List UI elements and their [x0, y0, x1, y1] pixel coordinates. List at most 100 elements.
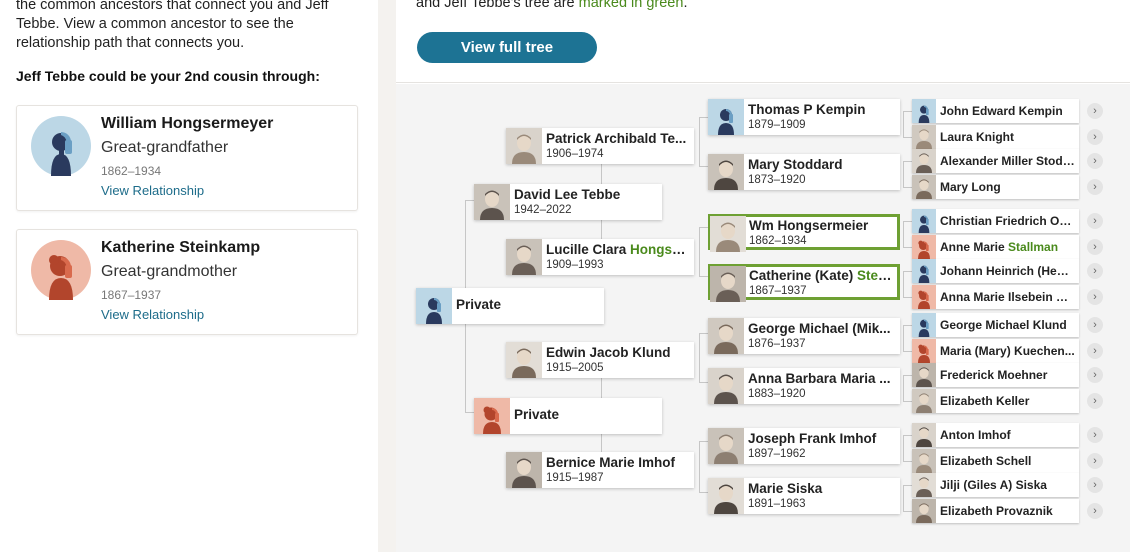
person-photo [506, 128, 542, 164]
tree-person-card[interactable]: Joseph Frank Imhof 1897–1962 [708, 428, 900, 464]
tree-person-card[interactable]: Elizabeth Schell [912, 449, 1079, 473]
female-avatar-icon [912, 285, 936, 309]
tree-person-card[interactable]: Wm Hongsermeier 1862–1934 [708, 214, 900, 252]
tree-person-card[interactable]: Private [474, 398, 662, 434]
person-name: Joseph Frank Imhof [748, 431, 877, 446]
tree-person-card[interactable]: George Michael Klund [912, 313, 1079, 337]
tree-person-card[interactable]: Bernice Marie Imhof 1915–1987 [506, 452, 694, 488]
person-name: Jilji (Giles A) Siska [940, 478, 1047, 492]
female-avatar-icon [912, 339, 936, 363]
tree-person-card[interactable]: Elizabeth Provaznik [912, 499, 1079, 523]
female-avatar-icon [912, 235, 936, 259]
tree-person-card[interactable]: Maria (Mary) Kuechen... [912, 339, 1079, 363]
chevron-right-icon[interactable]: › [1087, 239, 1103, 255]
person-name: Mary Stoddard [748, 157, 843, 172]
tree-person-card[interactable]: John Edward Kempin [912, 99, 1079, 123]
tree-person-card[interactable]: Edwin Jacob Klund 1915–2005 [506, 342, 694, 378]
chevron-right-icon[interactable]: › [1087, 213, 1103, 229]
tree-connector [699, 227, 700, 276]
person-name: Patrick Archibald Te... [546, 131, 687, 146]
person-name: Anna Marie Ilsebein Ei... [940, 290, 1075, 304]
person-years: 1862–1934 [749, 235, 807, 247]
person-years: 1942–2022 [514, 204, 572, 216]
person-name: Elizabeth Provaznik [940, 504, 1053, 518]
cousin-heading: Jeff Tebbe could be your 2nd cousin thro… [16, 68, 320, 84]
chevron-right-icon[interactable]: › [1087, 129, 1103, 145]
chevron-right-icon[interactable]: › [1087, 343, 1103, 359]
chevron-right-icon[interactable]: › [1087, 427, 1103, 443]
tree-person-card[interactable]: Johann Heinrich (Henr... [912, 259, 1079, 283]
chevron-right-icon[interactable]: › [1087, 153, 1103, 169]
tree-note-text: and Jeff Tebbe's tree are [416, 0, 579, 11]
person-name: Johann Heinrich (Henr... [940, 264, 1075, 278]
chevron-right-icon[interactable]: › [1087, 453, 1103, 469]
tree-person-card[interactable]: Alexander Miller Stodd... [912, 149, 1079, 173]
male-avatar-icon [708, 99, 744, 135]
tree-person-card[interactable]: Mary Stoddard 1873–1920 [708, 154, 900, 190]
tree-connector [903, 351, 912, 352]
tree-connector [699, 441, 700, 492]
tree-person-card[interactable]: Christian Friedrich Ob... [912, 209, 1079, 233]
tree-connector [903, 297, 912, 298]
tree-note-green: marked in green [578, 0, 684, 11]
chevron-right-icon[interactable]: › [1087, 393, 1103, 409]
tree-person-card[interactable]: George Michael (Mik... 1876–1937 [708, 318, 900, 354]
tree-person-card[interactable]: Anna Marie Ilsebein Ei... [912, 285, 1079, 309]
tree-person-card[interactable]: Anne Marie Stallman [912, 235, 1079, 259]
tree-person-card[interactable]: Mary Long [912, 175, 1079, 199]
tree-connector [903, 111, 912, 112]
tree-person-card[interactable]: Frederick Moehner [912, 363, 1079, 387]
chevron-right-icon[interactable]: › [1087, 367, 1103, 383]
view-full-tree-button[interactable]: View full tree [417, 32, 597, 63]
chevron-right-icon[interactable]: › [1087, 317, 1103, 333]
person-name: Elizabeth Keller [940, 394, 1030, 408]
tree-person-card[interactable]: Anna Barbara Maria ... 1883–1920 [708, 368, 900, 404]
person-name: Private [456, 297, 502, 312]
chevron-right-icon[interactable]: › [1087, 263, 1103, 279]
tree-person-card[interactable]: David Lee Tebbe 1942–2022 [474, 184, 662, 220]
ancestor-card[interactable]: William Hongsermeyer Great-grandfather 1… [16, 105, 358, 211]
tree-person-card[interactable]: Laura Knight [912, 125, 1079, 149]
person-name: David Lee Tebbe [514, 187, 621, 202]
intro-text: the common ancestors that connect you an… [16, 0, 329, 51]
person-name: George Michael (Mik... [748, 321, 891, 336]
person-years: 1867–1937 [749, 285, 807, 297]
person-name: Frederick Moehner [940, 368, 1048, 382]
tree-connector [903, 485, 904, 511]
divider [396, 82, 1130, 83]
ancestor-card[interactable]: Katherine Steinkamp Great-grandmother 18… [16, 229, 358, 335]
view-relationship-link[interactable]: View Relationship [101, 183, 204, 198]
person-photo [912, 175, 936, 199]
tree-person-card[interactable]: Lucille Clara Hongse... 1909–1993 [506, 239, 694, 275]
chevron-right-icon[interactable]: › [1087, 289, 1103, 305]
chevron-right-icon[interactable]: › [1087, 503, 1103, 519]
tree-connector [903, 161, 904, 187]
family-tree[interactable]: Private David Lee Tebbe 1942–2022 Private… [396, 84, 1130, 552]
chevron-right-icon[interactable]: › [1087, 477, 1103, 493]
male-avatar-icon [912, 209, 936, 233]
person-photo [708, 318, 744, 354]
person-photo [708, 154, 744, 190]
tree-person-card[interactable]: Jilji (Giles A) Siska [912, 473, 1079, 497]
view-relationship-link[interactable]: View Relationship [101, 307, 204, 322]
panel-gutter [378, 0, 396, 552]
tree-person-card[interactable]: Private [416, 288, 604, 324]
person-years: 1883–1920 [748, 388, 806, 400]
chevron-right-icon[interactable]: › [1087, 103, 1103, 119]
tree-connector [699, 117, 700, 166]
tree-person-card[interactable]: Anton Imhof [912, 423, 1079, 447]
tree-connector [903, 375, 904, 401]
person-name: Private [514, 407, 560, 422]
tree-connector [903, 435, 904, 461]
person-photo [474, 184, 510, 220]
tree-person-card[interactable]: Patrick Archibald Te... 1906–1974 [506, 128, 694, 164]
tree-person-card[interactable]: Marie Siska 1891–1963 [708, 478, 900, 514]
chevron-right-icon[interactable]: › [1087, 179, 1103, 195]
relationship-panel: the common ancestors that connect you an… [0, 0, 378, 552]
ancestor-relation: Great-grandmother [101, 263, 238, 280]
person-name: Anne Marie Stallman [940, 240, 1059, 254]
tree-person-card[interactable]: Catherine (Kate) Stei... 1867–1937 [708, 264, 900, 302]
tree-person-card[interactable]: Elizabeth Keller [912, 389, 1079, 413]
person-name: Christian Friedrich Ob... [940, 214, 1075, 228]
tree-person-card[interactable]: Thomas P Kempin 1879–1909 [708, 99, 900, 135]
